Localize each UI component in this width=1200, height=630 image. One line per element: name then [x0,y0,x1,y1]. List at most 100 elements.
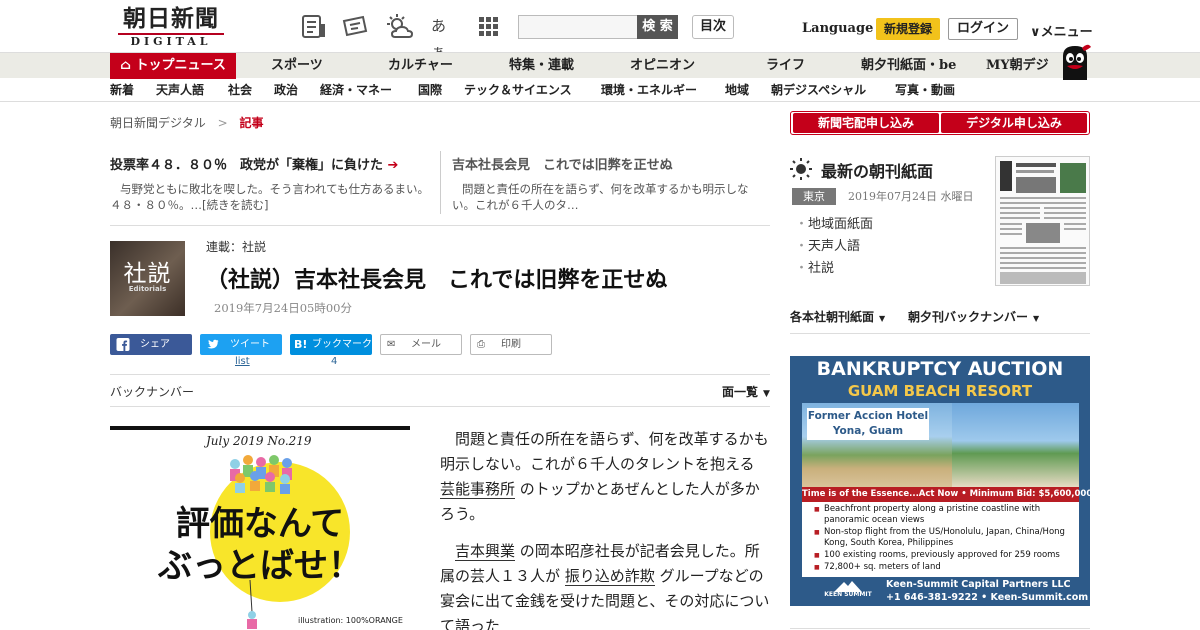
ad-banner-text: Time is of the Essence...Act Now • Minim… [802,487,1090,502]
sidebar-link-regional[interactable]: 地域面紙面 [795,213,873,232]
caret-down-icon: ▼ [1033,314,1040,323]
series-thumbnail: 社説 Editorials [110,241,185,316]
share-label: ブックマーク [312,339,372,350]
menu-button[interactable]: ∨メニュー [1030,21,1093,40]
facebook-share-button[interactable]: シェア [110,334,192,355]
nav-culture[interactable]: カルチャー [388,53,453,79]
weather-icon[interactable] [385,13,413,41]
facebook-icon [116,338,130,351]
subscribe-paper-button[interactable]: 新聞宅配申し込み [793,113,939,133]
nav2-economy[interactable]: 経済・マネー [320,78,392,102]
nav2-region[interactable]: 地域 [725,78,749,102]
divider [440,151,441,214]
series-label[interactable]: 連載：社説 [206,238,266,255]
login-button[interactable]: ログイン [948,18,1018,40]
mascot-icon[interactable] [1058,42,1092,80]
search-button[interactable]: 検 索 [637,15,678,39]
nav2-special[interactable]: 朝デジスペシャル [771,78,866,102]
nav-papers[interactable]: 朝夕刊紙面・be [861,53,956,79]
related-article[interactable]: 吉本社長会見 これでは旧弊を正せぬ 問題と責任の所在を語らず、何を改革するかも明… [452,154,770,213]
backnumber-dropdown[interactable]: 朝夕刊バックナンバー ▼ [908,308,1039,325]
illustration-credit: illustration: 100%ORANGE [298,616,403,625]
ad-photo: Former Accion Hotel Yona, Guam [802,403,1079,487]
mail-icon: ✉ [387,339,396,350]
page-list-dropdown[interactable]: 面一覧 ▼ [722,383,770,400]
nav-opinion[interactable]: オピニオン [630,53,695,79]
language-link[interactable]: Language [802,21,873,36]
regional-editions-dropdown[interactable]: 各本社朝刊紙面 ▼ [790,308,885,325]
nav2-tenseijingo[interactable]: 天声人語 [156,78,204,102]
dropdown-label: 各本社朝刊紙面 [790,310,875,324]
ticket-icon[interactable] [341,13,369,41]
chevron-down-icon: ∨ [1030,25,1041,40]
keyword-link[interactable]: 吉本興業 [455,542,516,561]
logo-digital: DIGITAL [118,33,224,48]
nav2-international[interactable]: 国際 [418,78,442,102]
divider [110,406,770,407]
share-label: シェア [140,339,170,350]
ad-bullet: 100 existing rooms, previously approved … [814,550,1075,561]
share-label: ツイート [230,339,270,350]
secondary-nav: 新着 天声人語 社会 政治 経済・マネー 国際 テック＆サイエンス 環境・エネル… [0,78,1200,102]
keyword-link[interactable]: 振り込め詐欺 [564,567,655,586]
article-paragraph: 問題と責任の所在を語らず、何を改革するかも明示しない。これが６千人のタレントを抱… [440,427,770,527]
nav-life[interactable]: ライフ [766,53,805,79]
ad-bullet: Non-stop flight from the US/Honolulu, Ja… [814,527,1075,549]
text: 問題と責任の所在を語らず、何を改革するかも明示しない。これが６千人のタレントを抱… [440,430,769,473]
related-article[interactable]: 投票率４８．８０％ 政党が「棄権」に負けた ➔ 与野党ともに敗北を喫した。そう言… [110,154,435,213]
dropdown-label: 面一覧 [722,385,759,399]
region-badge: 東京 [792,188,836,205]
nav2-politics[interactable]: 政治 [274,78,298,102]
contents-button[interactable]: 目次 [692,15,734,39]
caret-down-icon: ▼ [763,389,770,399]
nav-top-news[interactable]: ⌂ トップニュース [110,53,236,79]
sidebar-link-tenseijingo[interactable]: 天声人語 [795,235,860,254]
divider [790,628,1090,629]
print-button[interactable]: ⎙ 印刷 [470,334,552,355]
divider [110,225,770,226]
nav2-society[interactable]: 社会 [228,78,252,102]
related-summary: 与野党ともに敗北を喫した。そう言われても仕方あるまい。 ４８・８０％。…[続きを… [110,182,435,212]
backnumber-link[interactable]: バックナンバー [110,383,194,400]
text-size-icon[interactable]: あぁ [431,13,459,61]
breadcrumb-home[interactable]: 朝日新聞デジタル [110,116,206,130]
morning-paper-title[interactable]: 最新の朝刊紙面 [821,158,933,182]
grid-menu-icon[interactable] [475,13,503,41]
register-button[interactable]: 新規登録 [876,18,940,40]
thumb-kanji: 社説 [123,261,172,287]
hatena-icon: B! [294,338,308,351]
twitter-icon [207,339,219,349]
nav2-environment[interactable]: 環境・エネルギー [601,78,697,102]
keyword-link[interactable]: 芸能事務所 [440,480,516,499]
site-logo[interactable]: 朝日新聞 DIGITAL [112,6,230,48]
nav-sports[interactable]: スポーツ [271,53,323,79]
twitter-share-button[interactable]: ツイート [200,334,282,355]
nav-features[interactable]: 特集・連載 [509,53,574,79]
newspaper-icon[interactable] [300,13,328,41]
twitter-count[interactable]: list [235,356,250,367]
related-title: 投票率４８．８０％ 政党が「棄権」に負けた ➔ [110,154,428,173]
ad-bullet: 72,800+ sq. meters of land [814,562,1075,573]
logo-title: 朝日新聞 [123,5,219,32]
hatena-bookmark-button[interactable]: B! ブックマーク [290,334,372,355]
newspaper-thumbnail[interactable] [995,156,1090,286]
ad-photo-label-line: Former Accion Hotel [807,410,929,422]
article-paragraph: 吉本興業 の岡本昭彦社長が記者会見した。所属の芸人１３人が 振り込め詐欺 グルー… [440,539,770,630]
dropdown-label: 朝夕刊バックナンバー [908,310,1029,324]
primary-nav: ⌂ トップニュース スポーツ カルチャー 特集・連載 オピニオン ライフ 朝夕刊… [0,52,1200,79]
mail-share-button[interactable]: ✉ メール [380,334,462,355]
nav2-new[interactable]: 新着 [110,78,134,102]
subscribe-digital-button[interactable]: デジタル申し込み [941,113,1087,133]
nav-my-asadigi[interactable]: MY朝デジ [986,53,1049,79]
search-input[interactable] [518,15,638,39]
nav2-photo-video[interactable]: 写真・動画 [895,78,955,102]
nav2-tech-science[interactable]: テック＆サイエンス [464,78,572,102]
breadcrumb: 朝日新聞デジタル > 記事 [110,114,264,131]
article-date: 2019年7月24日05時00分 [214,301,352,315]
arrow-right-icon: ➔ [383,158,399,173]
article-body: 問題と責任の所在を語らず、何を改革するかも明示しない。これが６千人のタレントを抱… [440,427,770,630]
related-title-text: 投票率４８．８０％ 政党が「棄権」に負けた [110,158,384,173]
advertisement-banner[interactable]: BANKRUPTCY AUCTION GUAM BEACH RESORT For… [790,356,1090,606]
sidebar-link-editorial[interactable]: 社説 [795,257,834,276]
ad-photo-label: Former Accion Hotel Yona, Guam [807,408,929,440]
